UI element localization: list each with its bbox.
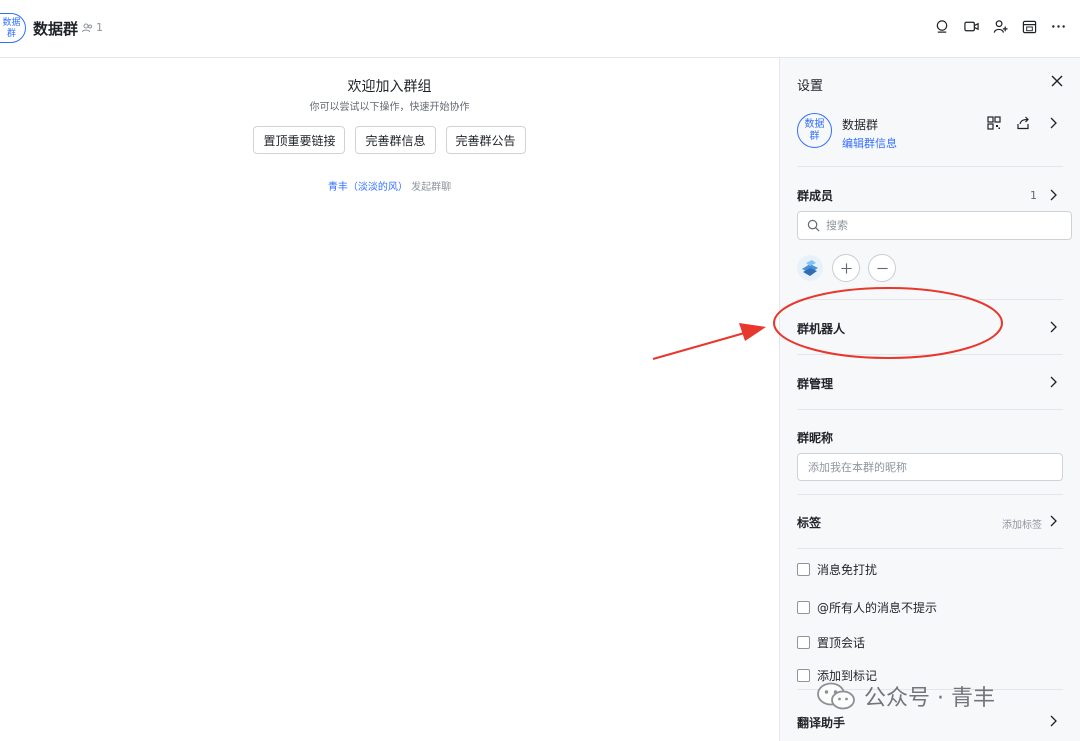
member-search-box[interactable] — [797, 211, 1072, 240]
share-icon[interactable] — [1016, 116, 1030, 130]
divider — [797, 166, 1063, 167]
remove-member-button[interactable] — [868, 254, 896, 282]
add-member-button[interactable] — [832, 254, 860, 282]
members-chevron-icon[interactable] — [1046, 188, 1060, 202]
member-avatar[interactable] — [797, 255, 823, 281]
member-search-input[interactable] — [826, 219, 1056, 232]
members-count: 1 — [1030, 189, 1037, 202]
mute-at-all-label: @所有人的消息不提示 — [817, 601, 938, 615]
chat-main-area: 欢迎加入群组 你可以尝试以下操作，快速开始协作 置顶重要链接 完善群信息 完善群… — [0, 58, 779, 741]
add-to-flag-checkbox[interactable] — [797, 669, 810, 682]
group-avatar[interactable]: 数据 群 — [0, 13, 26, 43]
members-label: 群成员 — [797, 189, 834, 203]
wechat-icon — [817, 682, 855, 710]
complete-info-button[interactable]: 完善群信息 — [355, 126, 436, 154]
group-manage-label[interactable]: 群管理 — [797, 375, 833, 392]
mute-label: 消息免打扰 — [817, 563, 878, 577]
settings-group-name: 数据群 — [842, 118, 879, 132]
complete-announcement-button[interactable]: 完善群公告 — [445, 126, 526, 154]
group-bots-label[interactable]: 群机器人 — [797, 320, 845, 337]
add-tag-link[interactable]: 添加标签 — [1002, 516, 1042, 531]
divider — [797, 409, 1063, 410]
divider — [797, 548, 1063, 549]
tags-chevron-icon[interactable] — [1046, 514, 1060, 528]
settings-group-avatar[interactable]: 数据 群 — [797, 113, 832, 148]
translate-chevron-icon[interactable] — [1046, 714, 1060, 728]
divider — [797, 354, 1063, 355]
system-action-text: 发起群聊 — [411, 182, 452, 193]
qrcode-icon[interactable] — [987, 116, 1001, 130]
manage-chevron-icon[interactable] — [1046, 375, 1060, 389]
video-call-icon[interactable] — [963, 18, 979, 34]
pin-chat-checkbox[interactable] — [797, 636, 810, 649]
chevron-right-icon[interactable] — [1046, 116, 1060, 130]
calendar-icon[interactable] — [1021, 18, 1037, 34]
settings-title: 设置 — [797, 79, 824, 94]
mute-checkbox[interactable] — [797, 563, 810, 576]
search-icon — [807, 219, 820, 232]
close-icon[interactable] — [1049, 73, 1065, 89]
pin-chat-label: 置顶会话 — [817, 636, 866, 650]
mute-at-all-checkbox[interactable] — [797, 601, 810, 614]
pin-chat-option[interactable]: 置顶会话 — [797, 634, 865, 651]
bots-chevron-icon[interactable] — [1046, 320, 1060, 334]
system-message: 青丰（淡淡的风） 发起群聊 — [0, 178, 779, 193]
minus-icon — [876, 267, 888, 269]
more-icon[interactable] — [1050, 18, 1066, 34]
mute-at-all-option[interactable]: @所有人的消息不提示 — [797, 599, 937, 616]
pin-link-button[interactable]: 置顶重要链接 — [253, 126, 346, 154]
plus-icon — [840, 262, 852, 274]
group-title[interactable]: 数据群 — [33, 18, 78, 39]
members-icon — [82, 23, 92, 32]
nickname-input[interactable] — [797, 453, 1063, 481]
creator-link[interactable]: 青丰（淡淡的风） — [328, 182, 408, 193]
add-member-icon[interactable] — [992, 18, 1008, 34]
welcome-subtitle: 你可以尝试以下操作，快速开始协作 — [309, 102, 470, 113]
search-chat-icon[interactable] — [934, 18, 950, 34]
edit-group-info-link[interactable]: 编辑群信息 — [842, 135, 897, 151]
translate-label[interactable]: 翻译助手 — [797, 714, 845, 731]
nickname-label: 群昵称 — [797, 431, 834, 445]
settings-panel: 设置 数据 群 数据群 编辑群信息 群成员 1 群机器人 群管理 群昵 — [779, 58, 1080, 741]
watermark: 公众号 · 青丰 — [815, 680, 995, 712]
member-count-value: 1 — [96, 21, 103, 34]
watermark-text: 公众号 · 青丰 — [864, 686, 995, 711]
member-count[interactable]: 1 — [82, 21, 103, 34]
divider — [797, 299, 1063, 300]
chat-header: 数据 群 数据群 1 — [0, 0, 1080, 58]
tags-label: 标签 — [797, 516, 822, 530]
welcome-title: 欢迎加入群组 — [347, 79, 432, 95]
mute-option[interactable]: 消息免打扰 — [797, 561, 877, 578]
divider — [797, 494, 1063, 495]
